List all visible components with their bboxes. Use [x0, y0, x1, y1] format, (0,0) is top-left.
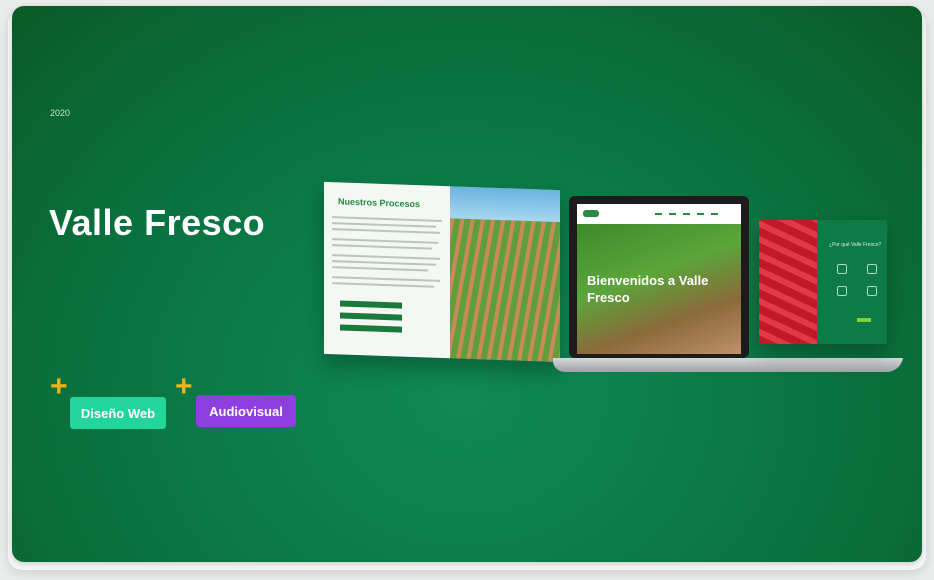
hero-image: Bienvenidos a Valle Fresco [577, 224, 741, 354]
nav-item [669, 213, 676, 215]
mockup-text-panel: Nuestros Procesos [324, 181, 450, 359]
sky-image [450, 186, 560, 223]
laptop-screen: Bienvenidos a Valle Fresco [577, 204, 741, 354]
text-line [332, 216, 442, 222]
nav-item [655, 213, 662, 215]
feature-icon [867, 286, 877, 296]
feature-icon [867, 264, 877, 274]
mockup-button [340, 324, 402, 333]
nav-item [711, 213, 718, 215]
feature-icon [837, 286, 847, 296]
project-card[interactable]: 2020 Valle Fresco + + Diseño Web Audiovi… [12, 6, 922, 562]
feature-icon [837, 264, 847, 274]
text-line [332, 222, 436, 228]
mockup-navbar [577, 204, 741, 225]
mockup-heading: ¿Por qué Valle Fresco? [829, 242, 882, 248]
logo-icon [583, 210, 599, 217]
nav-item [683, 213, 690, 215]
plus-icon: + [175, 370, 193, 403]
project-title: Valle Fresco [49, 202, 266, 243]
hero-heading: Bienvenidos a Valle Fresco [587, 273, 709, 305]
text-line [332, 254, 440, 260]
mockup-heading: Nuestros Procesos [338, 196, 421, 210]
plus-icon: + [50, 370, 68, 403]
laptop-base [551, 358, 903, 372]
tara-pods-image [759, 220, 817, 344]
project-year: 2020 [50, 108, 71, 118]
text-line [332, 244, 432, 250]
mockup-screen-why: ¿Por qué Valle Fresco? [759, 220, 887, 344]
tag-diseno-web[interactable]: Diseño Web [70, 397, 166, 429]
tag-audiovisual[interactable]: Audiovisual [196, 395, 296, 427]
nav-item [697, 213, 704, 215]
text-line [332, 276, 440, 282]
mockup-screen-procesos: Nuestros Procesos [324, 181, 560, 363]
mockup-button [340, 300, 402, 309]
text-line [332, 266, 428, 272]
text-line [332, 282, 434, 288]
mockup-button [340, 312, 402, 321]
text-line [332, 260, 436, 266]
text-line [332, 238, 438, 244]
text-line [332, 228, 440, 234]
mockup-button [857, 318, 871, 322]
